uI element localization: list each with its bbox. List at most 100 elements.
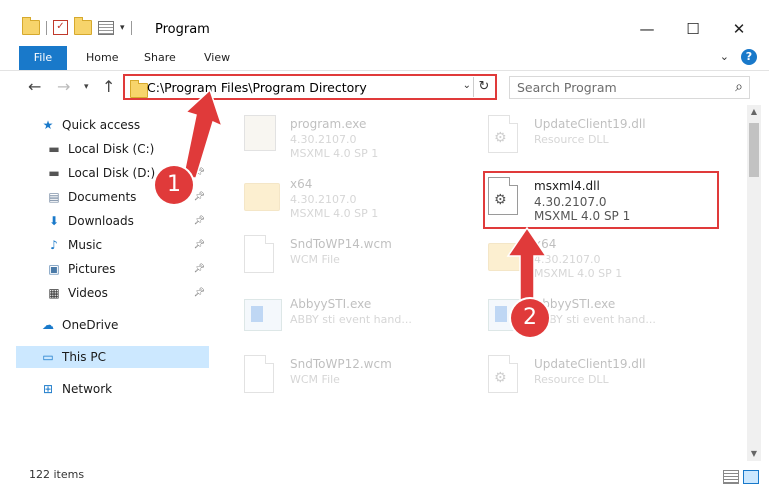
search-input[interactable]: Search Program ⌕ xyxy=(509,76,750,99)
file-name: x64 xyxy=(290,177,313,191)
sidebar-item-downloads[interactable]: ⬇ Downloads 📌︎ xyxy=(46,210,209,232)
file-name: UpdateClient19.dll xyxy=(534,357,646,371)
drive-icon: ▬ xyxy=(48,166,60,180)
sidebar-item-label: Quick access xyxy=(62,118,141,132)
address-dropdown-icon[interactable]: ⌄ xyxy=(463,80,471,91)
status-bar: 122 items xyxy=(0,462,769,494)
file-name: UpdateClient19.dll xyxy=(534,117,646,131)
sidebar-item-network[interactable]: ⊞ Network xyxy=(40,378,209,400)
file-item[interactable]: x64 4.30.2107.0 MSXML 4.0 SP 1 xyxy=(240,169,490,221)
details-view-icon[interactable] xyxy=(723,470,739,484)
file-name: x64 xyxy=(534,237,557,251)
sidebar-item-label: Pictures xyxy=(68,262,116,276)
file-name: program.exe xyxy=(290,117,367,131)
search-placeholder: Search Program xyxy=(517,80,617,95)
tab-share[interactable]: Share xyxy=(144,46,176,70)
file-details: 4.30.2107.0 MSXML 4.0 SP 1 xyxy=(290,133,379,160)
sidebar-item-label: Local Disk (C:) xyxy=(68,142,155,156)
tab-home[interactable]: Home xyxy=(86,46,118,70)
document-icon xyxy=(244,235,280,275)
sidebar-item-label: OneDrive xyxy=(62,318,119,332)
sidebar-item-label: Music xyxy=(68,238,103,252)
divider xyxy=(46,20,47,35)
file-item[interactable]: program.exe 4.30.2107.0 MSXML 4.0 SP 1 xyxy=(240,109,490,161)
sidebar-item-label: Videos xyxy=(68,286,108,300)
file-item[interactable]: x64 4.30.2107.0 MSXML 4.0 SP 1 xyxy=(484,229,734,281)
recent-locations-chevron-icon[interactable]: ▾ xyxy=(84,82,89,92)
document-icon xyxy=(244,355,280,395)
tab-file[interactable]: File xyxy=(19,46,67,70)
file-details: Resource DLL xyxy=(534,133,609,146)
sidebar-item-videos[interactable]: ▦ Videos 📌︎ xyxy=(46,282,209,304)
file-details: 4.30.2107.0 MSXML 4.0 SP 1 xyxy=(290,193,379,220)
documents-icon: ▤ xyxy=(48,190,60,204)
application-icon xyxy=(244,295,282,335)
pin-icon[interactable]: 📌︎ xyxy=(194,192,205,202)
highlight-box xyxy=(483,171,719,229)
minimize-button[interactable]: — xyxy=(625,14,669,44)
item-count: 122 items xyxy=(29,468,85,481)
pin-icon[interactable]: 📌︎ xyxy=(194,216,205,226)
scroll-down-arrow-icon[interactable]: ▼ xyxy=(747,447,761,461)
vertical-scrollbar[interactable]: ▲ ▼ xyxy=(747,105,761,461)
maximize-button[interactable]: ☐ xyxy=(671,14,715,44)
scroll-thumb[interactable] xyxy=(749,123,759,177)
expand-ribbon-chevron-icon[interactable]: ⌄ xyxy=(720,50,729,63)
navigation-pane: ★ Quick access ▬ Local Disk (C:) 📌︎ ▬ Lo… xyxy=(0,112,212,462)
step-2-badge: 2 xyxy=(511,299,549,337)
sidebar-item-label: Downloads xyxy=(68,214,134,228)
pin-icon[interactable]: 📌︎ xyxy=(194,288,205,298)
sidebar-item-this-pc[interactable]: ▭ This PC xyxy=(16,346,209,368)
network-icon: ⊞ xyxy=(42,382,54,396)
pin-icon[interactable]: 📌︎ xyxy=(194,144,205,154)
sidebar-item-pictures[interactable]: ▣ Pictures 📌︎ xyxy=(46,258,209,280)
file-list: program.exe 4.30.2107.0 MSXML 4.0 SP 1 ⚙ … xyxy=(212,105,746,460)
pin-icon[interactable]: 📌︎ xyxy=(194,264,205,274)
sidebar-item-label: Documents xyxy=(68,190,137,204)
pin-icon[interactable]: 📌︎ xyxy=(194,168,205,178)
window-title: Program xyxy=(155,22,210,37)
dll-icon: ⚙ xyxy=(488,355,524,395)
file-details: ABBY sti event hand... xyxy=(534,313,656,326)
folder-icon xyxy=(130,80,148,98)
file-details: 4.30.2107.0 MSXML 4.0 SP 1 xyxy=(534,253,623,280)
folder-icon xyxy=(244,175,280,215)
up-arrow-icon[interactable]: ↑ xyxy=(102,77,115,96)
quick-access-toolbar: ✓ ▾ xyxy=(22,17,132,35)
file-name: SndToWP14.wcm xyxy=(290,237,392,251)
customize-toolbar-dropdown[interactable]: ▾ xyxy=(120,23,125,33)
sidebar-item-quick-access[interactable]: ★ Quick access xyxy=(40,114,209,136)
close-button[interactable]: ✕ xyxy=(717,14,761,44)
refresh-icon[interactable]: ↻ xyxy=(473,77,494,97)
forward-arrow-icon[interactable]: → xyxy=(57,77,70,96)
file-item[interactable]: ⚙ UpdateClient19.dll Resource DLL xyxy=(484,109,734,161)
scroll-up-arrow-icon[interactable]: ▲ xyxy=(747,105,761,119)
sidebar-item-music[interactable]: ♪ Music 📌︎ xyxy=(46,234,209,256)
sidebar-item-onedrive[interactable]: ☁ OneDrive xyxy=(40,314,209,336)
properties-check-icon[interactable]: ✓ xyxy=(53,20,68,35)
file-item[interactable]: SndToWP12.wcm WCM File xyxy=(240,349,490,401)
search-icon[interactable]: ⌕ xyxy=(735,79,743,95)
music-icon: ♪ xyxy=(50,238,58,252)
sidebar-item-local-disk-c[interactable]: ▬ Local Disk (C:) 📌︎ xyxy=(46,138,209,160)
download-icon: ⬇ xyxy=(48,214,60,228)
back-arrow-icon[interactable]: ← xyxy=(28,77,41,96)
title-bar: ✓ ▾ Program — ☐ ✕ xyxy=(0,0,769,46)
address-input[interactable]: C:\Program Files\Program Directory ⌄ ↻ xyxy=(123,74,497,100)
file-item[interactable]: SndToWP14.wcm WCM File xyxy=(240,229,490,281)
help-icon[interactable]: ? xyxy=(741,49,757,65)
file-details: WCM File xyxy=(290,253,340,266)
tab-view[interactable]: View xyxy=(204,46,230,70)
tiles-view-icon[interactable] xyxy=(743,470,759,484)
file-name: AbbyySTI.exe xyxy=(290,297,372,311)
pin-icon[interactable]: 📌︎ xyxy=(194,240,205,250)
address-bar-row: ← → ▾ ↑ C:\Program Files\Program Directo… xyxy=(0,71,769,105)
file-item[interactable]: ⚙ UpdateClient19.dll Resource DLL xyxy=(484,349,734,401)
drive-icon: ▬ xyxy=(48,142,60,156)
exe-icon xyxy=(244,115,280,155)
videos-icon: ▦ xyxy=(48,286,60,300)
properties-icon[interactable] xyxy=(98,20,114,35)
dll-icon: ⚙ xyxy=(488,115,524,155)
file-item[interactable]: AbbyySTI.exe ABBY sti event hand... xyxy=(240,289,490,341)
new-folder-icon[interactable] xyxy=(74,17,92,35)
